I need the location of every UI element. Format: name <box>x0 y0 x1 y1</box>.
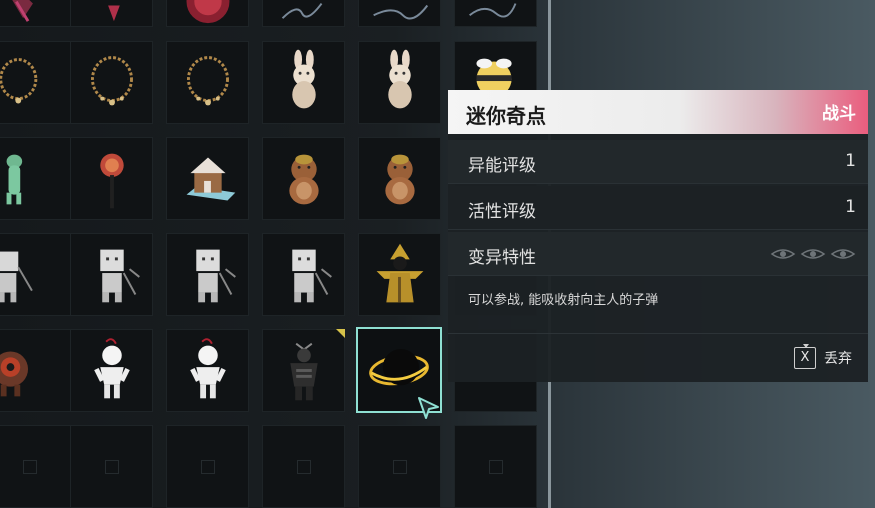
bunny-plush-icon <box>292 49 316 109</box>
robot-pickaxe-icon <box>0 251 33 303</box>
empty-slot-marker <box>392 459 407 474</box>
bear-plush-icon <box>385 154 415 205</box>
robot-pickaxe-icon <box>196 249 236 303</box>
stat-value: 1 <box>845 151 856 171</box>
robot-pickaxe-icon <box>100 249 140 303</box>
gingerbread-house-icon <box>186 157 236 201</box>
inventory-slot[interactable] <box>262 0 345 27</box>
dinosaur-figure-icon <box>6 154 23 205</box>
stat-label: 活性评级 <box>468 202 536 222</box>
item-category-badge: 战斗 <box>822 104 856 124</box>
scarecrow-icon <box>376 243 424 303</box>
inventory-slot[interactable] <box>0 425 71 508</box>
red-orb-icon <box>186 0 230 24</box>
inventory-slot[interactable] <box>70 233 153 316</box>
inventory-slot[interactable] <box>166 329 249 412</box>
lightning-icon <box>373 4 429 20</box>
stat-value: 1 <box>845 197 856 217</box>
inventory-slot[interactable] <box>0 41 71 124</box>
inventory-slot[interactable] <box>358 425 441 508</box>
mutation-traits <box>770 249 856 259</box>
inventory-slot[interactable] <box>70 137 153 220</box>
inventory-slot[interactable] <box>166 233 249 316</box>
bead-necklace-icon <box>187 56 229 106</box>
stat-row-ability-rating: 异能评级 1 <box>448 140 868 184</box>
samurai-armor-icon <box>290 342 318 401</box>
inventory-slot[interactable] <box>454 0 537 27</box>
inventory-slot[interactable] <box>166 425 249 508</box>
paper-doll-icon <box>94 338 130 399</box>
item-detail-header: 迷你奇点 战斗 <box>448 90 868 134</box>
inventory-slot[interactable] <box>262 425 345 508</box>
stat-label: 异能评级 <box>468 156 536 176</box>
inventory-slot[interactable] <box>262 137 345 220</box>
inventory-slot[interactable] <box>262 329 345 412</box>
stat-row-mutation-traits: 变异特性 <box>448 232 868 276</box>
inventory-slot[interactable] <box>358 0 441 27</box>
key-hint-x: X <box>794 344 816 369</box>
bead-necklace-icon <box>91 56 133 106</box>
inventory-slot[interactable] <box>166 137 249 220</box>
bunny-plush-icon <box>388 49 412 109</box>
stat-row-activity-rating: 活性评级 1 <box>448 186 868 230</box>
inventory-slot[interactable] <box>454 425 537 508</box>
inventory-slot[interactable] <box>358 41 441 124</box>
inventory-slot[interactable] <box>166 41 249 124</box>
inventory-slot[interactable] <box>166 0 249 27</box>
empty-slot-marker <box>296 459 311 474</box>
empty-slot-marker <box>22 459 37 474</box>
inventory-slot[interactable] <box>0 329 71 412</box>
stat-label: 变异特性 <box>468 248 536 268</box>
lollipop-icon <box>100 153 124 209</box>
eye-icon <box>800 249 826 259</box>
eye-icon <box>830 249 856 259</box>
red-creature-icon <box>0 351 29 397</box>
empty-slot-marker <box>200 459 215 474</box>
inventory-slot[interactable] <box>358 137 441 220</box>
new-item-flag <box>336 329 345 338</box>
empty-slot-marker <box>488 459 503 474</box>
bead-necklace-icon <box>0 58 38 104</box>
drop-button[interactable]: X 丢弃 <box>794 344 852 370</box>
inventory-slot[interactable] <box>262 41 345 124</box>
paper-doll-icon <box>190 338 226 399</box>
item-description: 可以参战, 能吸收射向主人的子弹 <box>468 293 659 308</box>
inventory-slot[interactable] <box>0 233 71 316</box>
red-ornament-icon <box>108 5 120 22</box>
inventory-slot[interactable] <box>0 0 71 27</box>
divider <box>448 333 868 334</box>
inventory-slot[interactable] <box>0 137 71 220</box>
inventory-slot[interactable] <box>70 425 153 508</box>
inventory-slot[interactable] <box>70 0 153 27</box>
cursor-pointer-icon <box>418 397 439 419</box>
eye-icon <box>770 249 796 259</box>
inventory-slot[interactable] <box>70 41 153 124</box>
robot-pickaxe-icon <box>292 249 332 303</box>
lightning-icon <box>281 2 323 19</box>
bear-plush-icon <box>289 154 319 205</box>
red-cloth-icon <box>12 0 33 22</box>
drop-label: 丢弃 <box>824 351 852 367</box>
empty-slot-marker <box>104 459 119 474</box>
lightning-icon <box>469 3 517 18</box>
inventory-slot[interactable] <box>358 233 441 316</box>
item-detail-panel: 迷你奇点 战斗 异能评级 1 活性评级 1 变异特性 可以参战, 能吸收射向主人… <box>448 90 868 382</box>
inventory-slot[interactable] <box>70 329 153 412</box>
inventory-slot[interactable] <box>262 233 345 316</box>
item-name: 迷你奇点 <box>466 104 546 128</box>
